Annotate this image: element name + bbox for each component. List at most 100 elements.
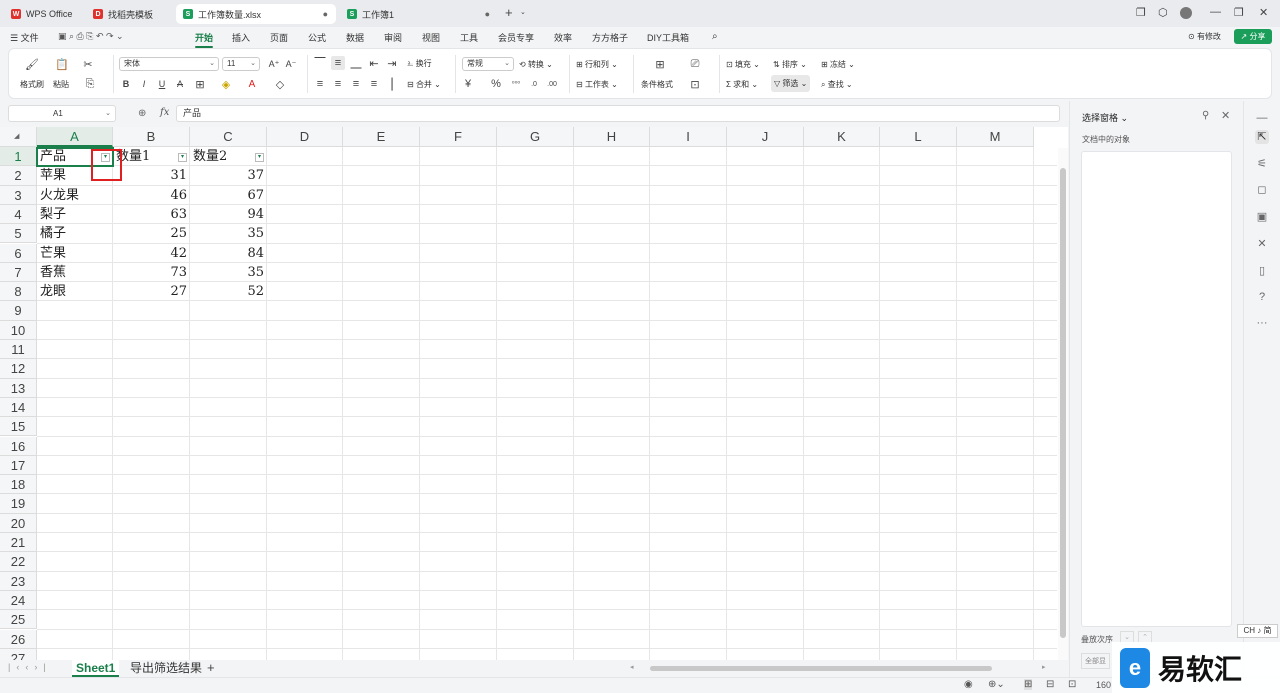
row-header-12[interactable]: 12 bbox=[0, 359, 37, 379]
select-all-corner[interactable]: ◢ bbox=[0, 127, 37, 147]
data-cell[interactable]: 35 bbox=[190, 263, 267, 282]
filter-button[interactable]: ▽ 筛选 ⌄ bbox=[771, 75, 811, 92]
object-list[interactable] bbox=[1081, 151, 1232, 627]
bold-button[interactable]: B bbox=[119, 77, 133, 91]
close-icon[interactable]: ✕ bbox=[1221, 109, 1230, 122]
decrease-font-icon[interactable]: A⁻ bbox=[284, 57, 298, 71]
indent-increase-icon[interactable]: ⇥ bbox=[385, 56, 399, 70]
decrease-decimal-icon[interactable]: .00 bbox=[545, 77, 559, 91]
close-icon[interactable]: ● bbox=[323, 9, 328, 19]
distributed-icon[interactable]: ⎮ bbox=[385, 77, 399, 91]
menu-data[interactable]: 数据 bbox=[346, 31, 364, 44]
zoom-search-icon[interactable]: ⊕ bbox=[138, 108, 146, 119]
indent-decrease-icon[interactable]: ⇤ bbox=[367, 56, 381, 70]
page-layout-view-icon[interactable]: ⊡ bbox=[1068, 679, 1076, 690]
find-button[interactable]: ⌕ 查找 ⌄ bbox=[821, 79, 853, 90]
row-header-3[interactable]: 3 bbox=[0, 185, 37, 205]
data-cell[interactable]: 52 bbox=[190, 282, 267, 301]
data-cell[interactable]: 84 bbox=[190, 244, 267, 263]
eraser-icon[interactable]: ◇ bbox=[273, 77, 287, 91]
row-header-1[interactable]: 1 bbox=[0, 147, 37, 167]
minimize-icon[interactable]: — bbox=[1210, 6, 1221, 18]
row-header-26[interactable]: 26 bbox=[0, 629, 37, 649]
row-header-24[interactable]: 24 bbox=[0, 590, 37, 611]
chevron-down-icon[interactable]: ⌄ bbox=[105, 106, 111, 121]
book-icon[interactable]: ▯ bbox=[1255, 264, 1269, 278]
paste-label[interactable]: 粘贴 bbox=[53, 79, 69, 90]
row-header-11[interactable]: 11 bbox=[0, 340, 37, 360]
menu-member[interactable]: 会员专享 bbox=[498, 31, 534, 44]
menu-fangfang[interactable]: 方方格子 bbox=[592, 31, 628, 44]
scrollbar-thumb[interactable] bbox=[1060, 168, 1066, 638]
tab-wps-office[interactable]: W WPS Office bbox=[4, 4, 82, 24]
column-header-m[interactable]: M bbox=[957, 127, 1034, 147]
row-header-17[interactable]: 17 bbox=[0, 455, 37, 476]
row-header-6[interactable]: 6 bbox=[0, 243, 37, 263]
avatar[interactable] bbox=[1180, 7, 1192, 19]
tab-workbook1[interactable]: S 工作簿1 ● bbox=[340, 4, 498, 24]
column-header-j[interactable]: J bbox=[727, 127, 804, 147]
sheet-tab-filter-results[interactable]: 导出筛选结果 bbox=[126, 660, 206, 677]
scroll-left-icon[interactable]: ◂ bbox=[630, 663, 634, 671]
cell-size-icon[interactable]: ⊡ bbox=[688, 77, 702, 91]
data-cell[interactable]: 梨子 bbox=[37, 205, 113, 224]
data-cell[interactable]: 37 bbox=[190, 166, 267, 185]
justify-icon[interactable]: ≡ bbox=[367, 77, 381, 91]
currency-icon[interactable]: ¥ bbox=[461, 77, 475, 91]
row-header-23[interactable]: 23 bbox=[0, 571, 37, 591]
row-header-16[interactable]: 16 bbox=[0, 436, 37, 456]
align-left-icon[interactable]: ≡ bbox=[313, 77, 327, 91]
data-cell[interactable]: 31 bbox=[113, 166, 190, 185]
column-header-l[interactable]: L bbox=[880, 127, 957, 147]
data-cell[interactable]: 火龙果 bbox=[37, 186, 113, 205]
worksheet-button[interactable]: ⊟ 工作表 ⌄ bbox=[576, 79, 618, 90]
sheet-tab-sheet1[interactable]: Sheet1 bbox=[72, 660, 120, 677]
thousands-icon[interactable]: ⁰⁰⁰ bbox=[509, 77, 523, 91]
spreadsheet-grid[interactable]: ◢ ABCDEFGHIJKLM 1 2 3 4 5 6 7 8 9 10 11 12 13 14 15 16 1… bbox=[0, 127, 1068, 660]
data-cell[interactable]: 香蕉 bbox=[37, 263, 113, 282]
wrap-text-button[interactable]: ⎁ 换行 bbox=[407, 58, 432, 69]
cell-style-icon[interactable]: ⎚ bbox=[688, 57, 702, 71]
chevron-down-icon[interactable]: ⌄ bbox=[520, 8, 526, 16]
quick-access-toolbar[interactable]: ▣ ⌕ ⎙ ⎘ ↶ ↷ ⌄ bbox=[58, 31, 124, 42]
row-header-22[interactable]: 22 bbox=[0, 552, 37, 572]
align-right-icon[interactable]: ≡ bbox=[349, 77, 363, 91]
name-box[interactable]: A1 ⌄ bbox=[8, 105, 116, 122]
data-cell[interactable]: 46 bbox=[113, 186, 190, 205]
minimize-panel-icon[interactable]: — bbox=[1255, 111, 1269, 125]
data-cell[interactable]: 龙眼 bbox=[37, 282, 113, 301]
row-header-13[interactable]: 13 bbox=[0, 378, 37, 398]
adjust-icon[interactable]: ⚟ bbox=[1255, 157, 1269, 171]
page-break-view-icon[interactable]: ⊟ bbox=[1046, 679, 1054, 690]
format-painter-label[interactable]: 格式刷 bbox=[20, 79, 44, 90]
increase-decimal-icon[interactable]: .0 bbox=[527, 77, 541, 91]
data-cell[interactable]: 25 bbox=[113, 224, 190, 243]
align-middle-icon[interactable]: ≡ bbox=[331, 56, 345, 70]
number-format-select[interactable]: 常规 ⌄ bbox=[462, 57, 514, 71]
column-header-e[interactable]: E bbox=[343, 127, 420, 147]
merge-button[interactable]: ⊟ 合并 ⌄ bbox=[407, 79, 441, 90]
filter-dropdown-icon[interactable]: ▾ bbox=[178, 153, 187, 162]
row-header-19[interactable]: 19 bbox=[0, 494, 37, 514]
sort-button[interactable]: ⇅ 排序 ⌄ bbox=[773, 59, 807, 70]
data-cell[interactable]: 63 bbox=[113, 205, 190, 224]
format-painter-icon[interactable]: 🖌 bbox=[25, 57, 39, 71]
window-layout-icon[interactable]: ❐ bbox=[1136, 6, 1146, 19]
menu-tools[interactable]: 工具 bbox=[460, 31, 478, 44]
menu-efficiency[interactable]: 效率 bbox=[554, 31, 572, 44]
ime-indicator[interactable]: CH ♪ 简 bbox=[1237, 624, 1278, 638]
show-all-button[interactable]: 全部显 bbox=[1081, 653, 1110, 669]
column-header-i[interactable]: I bbox=[650, 127, 727, 147]
new-tab-icon[interactable]: + bbox=[505, 5, 513, 20]
selection-pane-title[interactable]: 选择窗格 ⌄ bbox=[1082, 111, 1128, 124]
column-header-b[interactable]: B bbox=[113, 127, 190, 147]
cursor-select-icon[interactable]: ⇱ bbox=[1255, 130, 1269, 144]
vertical-scrollbar[interactable] bbox=[1058, 148, 1068, 660]
data-cell[interactable]: 27 bbox=[113, 282, 190, 301]
row-header-25[interactable]: 25 bbox=[0, 610, 37, 630]
row-header-21[interactable]: 21 bbox=[0, 533, 37, 553]
align-bottom-icon[interactable]: ⎽ bbox=[349, 56, 363, 70]
data-cell[interactable]: 42 bbox=[113, 244, 190, 263]
more-icon[interactable]: ··· bbox=[1255, 316, 1269, 330]
row-header-2[interactable]: 2 bbox=[0, 166, 37, 186]
